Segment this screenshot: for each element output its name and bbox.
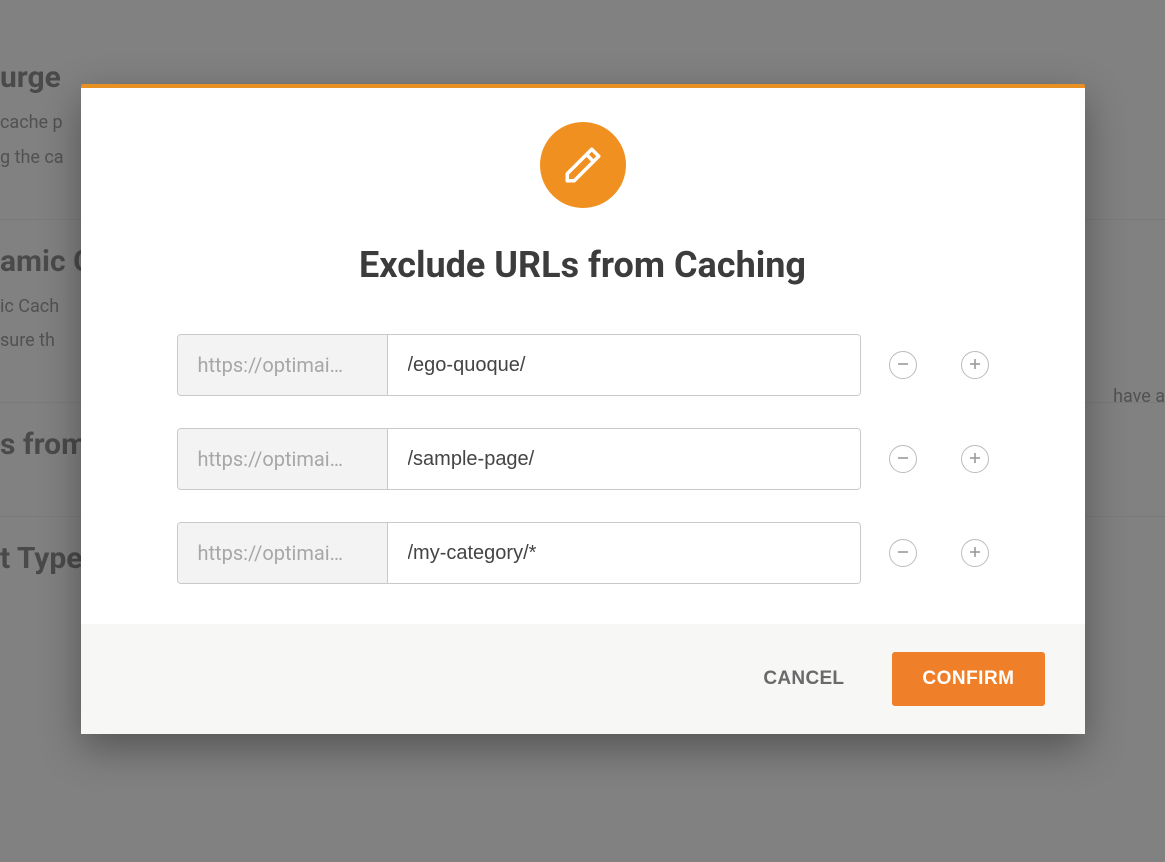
url-field: https://optimai…	[177, 522, 861, 584]
dialog-footer: CANCEL CONFIRM	[81, 624, 1085, 734]
exclude-urls-dialog: Exclude URLs from Caching https://optima…	[81, 84, 1085, 734]
minus-icon	[897, 452, 909, 467]
add-row-button[interactable]	[961, 539, 989, 567]
plus-icon	[969, 452, 981, 467]
url-prefix: https://optimai…	[178, 335, 388, 395]
url-row: https://optimai…	[177, 522, 989, 584]
pencil-icon	[540, 122, 626, 208]
row-actions	[889, 539, 989, 567]
url-input[interactable]	[388, 523, 860, 583]
confirm-button[interactable]: CONFIRM	[892, 652, 1044, 706]
add-row-button[interactable]	[961, 351, 989, 379]
plus-icon	[969, 358, 981, 373]
dialog-title: Exclude URLs from Caching	[359, 244, 806, 286]
remove-row-button[interactable]	[889, 351, 917, 379]
plus-icon	[969, 546, 981, 561]
add-row-button[interactable]	[961, 445, 989, 473]
url-field: https://optimai…	[177, 428, 861, 490]
remove-row-button[interactable]	[889, 445, 917, 473]
modal-overlay[interactable]: Exclude URLs from Caching https://optima…	[0, 0, 1165, 862]
url-field: https://optimai…	[177, 334, 861, 396]
url-rows: https://optimai…	[177, 334, 989, 584]
row-actions	[889, 351, 989, 379]
row-actions	[889, 445, 989, 473]
minus-icon	[897, 546, 909, 561]
url-prefix: https://optimai…	[178, 429, 388, 489]
cancel-button[interactable]: CANCEL	[763, 668, 844, 690]
url-prefix: https://optimai…	[178, 523, 388, 583]
url-row: https://optimai…	[177, 428, 989, 490]
dialog-body: Exclude URLs from Caching https://optima…	[81, 88, 1085, 624]
url-input[interactable]	[388, 429, 860, 489]
url-row: https://optimai…	[177, 334, 989, 396]
minus-icon	[897, 358, 909, 373]
url-input[interactable]	[388, 335, 860, 395]
remove-row-button[interactable]	[889, 539, 917, 567]
